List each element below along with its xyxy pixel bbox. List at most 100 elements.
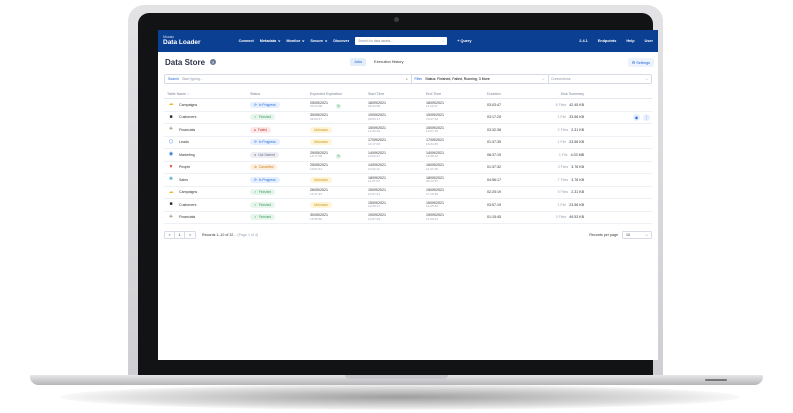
table-row[interactable]: ❀ Sales ⟳ In Progress Unknown 18/09/2021 11:07… bbox=[164, 174, 652, 187]
end-time-cell: 16/09/2021 11:47:48 bbox=[426, 163, 487, 171]
query-button[interactable]: + Query bbox=[457, 39, 471, 43]
duration: 08:37:19 bbox=[487, 152, 501, 157]
records-per-page-value: 10 bbox=[626, 233, 630, 237]
duration: 01:37:35 bbox=[487, 140, 501, 145]
column-header-table-name[interactable]: Table Name ↑ bbox=[164, 92, 250, 96]
right-nav-item-2-4-1[interactable]: 2.4.1 bbox=[579, 39, 587, 43]
page-number[interactable]: 1 bbox=[175, 232, 185, 238]
table-row[interactable]: ■ Customers ✓ Finished 30/05/2021 09:53:17 19/… bbox=[164, 112, 652, 124]
table-row[interactable]: ☁ Campaigns ⟳ In Progress 25/05/2021 09:44:08… bbox=[164, 99, 652, 112]
connections-select[interactable]: Connections ⌵ bbox=[548, 75, 651, 83]
records-per-page-select[interactable]: 10 ⌵ bbox=[622, 231, 652, 239]
start-time: 12:57:29 bbox=[368, 216, 381, 221]
refresh-icon[interactable]: ↻ bbox=[336, 103, 341, 109]
nav-item-connect[interactable]: Connect bbox=[239, 39, 254, 43]
disk-summary-cell: 1 File 23.56 KB bbox=[534, 203, 584, 207]
nav-item-label: Secure bbox=[310, 39, 324, 43]
more-icon[interactable]: ⋮ bbox=[643, 113, 650, 121]
eye-icon[interactable]: ◉ bbox=[633, 113, 640, 121]
expiration-datetime: 25/05/2021 09:44:08 bbox=[310, 101, 328, 109]
disk-summary-cell: 1 File 4.03 MB bbox=[534, 153, 584, 157]
nav-item-monitor[interactable]: Monitor v bbox=[286, 39, 304, 43]
table-search[interactable]: Search Start typing... ⌕ bbox=[165, 75, 411, 83]
column-header-status[interactable]: Status bbox=[250, 92, 310, 96]
status-cell: ✓ Finished bbox=[250, 214, 310, 221]
table-name[interactable]: Campaigns bbox=[179, 190, 197, 194]
table-name[interactable]: Financials bbox=[179, 128, 195, 132]
column-header-duration[interactable]: Duration bbox=[487, 92, 534, 96]
status-badge: ⧖ Not Started bbox=[250, 151, 280, 158]
table-row[interactable]: ⬡ Leads ⟳ In Progress Unknown 17/09/2021 14:17… bbox=[164, 137, 652, 149]
table-name[interactable]: Campaigns bbox=[179, 103, 197, 107]
start-time-cell: 15/09/2021 12:29:17 bbox=[368, 201, 426, 209]
column-header-disk-summary[interactable]: Disk Summary bbox=[534, 92, 584, 96]
table-name[interactable]: Financials bbox=[179, 215, 195, 219]
table-name[interactable]: Leads bbox=[179, 140, 189, 144]
status-filter[interactable]: Filter Status: Finished, Failed, Running… bbox=[412, 75, 548, 83]
tab-jobs[interactable]: Jobs bbox=[350, 58, 367, 66]
column-header-start-time[interactable]: Start Time bbox=[368, 92, 426, 96]
table-name-cell: ❀ Sales bbox=[164, 177, 250, 183]
table-row[interactable]: ☁ Campaigns ✓ Finished 26/05/2021 14:47:21 15/… bbox=[164, 187, 652, 199]
nav-item-secure[interactable]: Secure v bbox=[310, 39, 327, 43]
filter-bar: Search Start typing... ⌕ Filter Status: … bbox=[164, 74, 652, 84]
column-header-end-time[interactable]: End Time bbox=[426, 92, 487, 96]
table-icon: ✈ bbox=[168, 126, 174, 133]
status-label: In Progress bbox=[258, 177, 276, 182]
expiration-unknown: Unknown bbox=[310, 126, 332, 133]
expiration-unknown: Unknown bbox=[310, 201, 332, 208]
nav-item-metadata[interactable]: Metadata v bbox=[260, 39, 281, 43]
refresh-icon[interactable]: ↻ bbox=[336, 153, 341, 159]
file-count: 1 File bbox=[557, 202, 567, 207]
disk-summary-cell: 6 Files 42.45 KB bbox=[534, 103, 584, 107]
app-screen: Mosaic Data Loader Connect Metadata v Monit… bbox=[158, 30, 658, 360]
search-input[interactable]: Start typing... bbox=[182, 77, 203, 81]
table-row[interactable]: ✈ Financials ● Failed Unknown 15/09/2021 12:32… bbox=[164, 124, 652, 137]
main-nav: Connect Metadata v Monitor v Secure v Discover bbox=[239, 39, 350, 43]
prev-page-button[interactable]: < bbox=[165, 232, 175, 238]
file-count: 3 Files bbox=[557, 165, 569, 170]
tab-execution-history[interactable]: Execution History bbox=[370, 58, 408, 66]
table-name[interactable]: Marketing bbox=[179, 153, 195, 157]
laptop-notch bbox=[345, 375, 448, 379]
status-badge: ● Failed bbox=[250, 126, 271, 133]
settings-button[interactable]: ⚙ Settings bbox=[627, 58, 654, 67]
table-name[interactable]: Customers bbox=[179, 203, 196, 207]
start-time-cell: 15/09/2021 10:47:21 bbox=[368, 188, 426, 196]
brand-title: Data Loader bbox=[163, 38, 201, 46]
camera-icon bbox=[394, 17, 399, 22]
status-badge: ✓ Finished bbox=[250, 214, 276, 221]
disk-size: 23.56 KB bbox=[569, 140, 584, 145]
brand-logo[interactable]: Mosaic Data Loader bbox=[163, 35, 201, 46]
help-icon[interactable]: ? bbox=[210, 59, 217, 65]
table-name[interactable]: Customers bbox=[179, 115, 196, 119]
status-label: Finished bbox=[258, 190, 272, 195]
start-time: 13:22:27 bbox=[368, 154, 381, 159]
table-row[interactable]: ✈ Financials ✓ Finished 30/05/2021 16:55:56 19… bbox=[164, 212, 652, 224]
status-icon: ⟳ bbox=[254, 102, 257, 107]
end-time-cell: 14/09/2021 16:48:23 bbox=[426, 151, 487, 159]
right-nav-item-help[interactable]: Help bbox=[626, 39, 634, 43]
table-row[interactable]: ▼ People ⊘ Cancelled 25/05/2021 10:02:31 14/09… bbox=[164, 162, 652, 174]
next-page-button[interactable]: > bbox=[185, 232, 195, 238]
table-row[interactable]: ■ Customers ✓ Finished Unknown 15/09/2021 12:2… bbox=[164, 199, 652, 212]
status-badge: ✓ Finished bbox=[250, 189, 276, 196]
status-label: In Progress bbox=[258, 140, 276, 145]
table-name[interactable]: People bbox=[179, 165, 190, 169]
table-name[interactable]: Sales bbox=[179, 178, 188, 182]
right-nav-item-endpoints[interactable]: Endpoints bbox=[598, 39, 617, 43]
file-count: 7 Files bbox=[557, 177, 569, 182]
column-header-expected-expiration[interactable]: Expected Expiration bbox=[310, 92, 368, 96]
global-search-input[interactable]: Search for data assets... ⌕ bbox=[355, 37, 448, 45]
table-row[interactable]: ◉ Marketing ⧖ Not Started 29/05/2021 14:17:09… bbox=[164, 149, 652, 162]
nav-item-discover[interactable]: Discover bbox=[333, 39, 349, 43]
laptop-shadow bbox=[60, 384, 740, 410]
end-time-cell: 19/09/2021 13:47:33 bbox=[426, 113, 487, 121]
expiration-cell: 26/05/2021 14:47:21 bbox=[310, 188, 368, 196]
expiration-datetime: 30/05/2021 09:53:17 bbox=[310, 113, 328, 121]
search-icon: ⌕ bbox=[406, 77, 408, 81]
chevron-down-icon: ⌵ bbox=[541, 77, 545, 81]
status-icon: ✓ bbox=[254, 115, 257, 120]
right-nav-item-user[interactable]: User bbox=[645, 39, 653, 43]
records-summary: Records 1–10 of 32 – (Page 1 of 4) bbox=[202, 233, 258, 237]
